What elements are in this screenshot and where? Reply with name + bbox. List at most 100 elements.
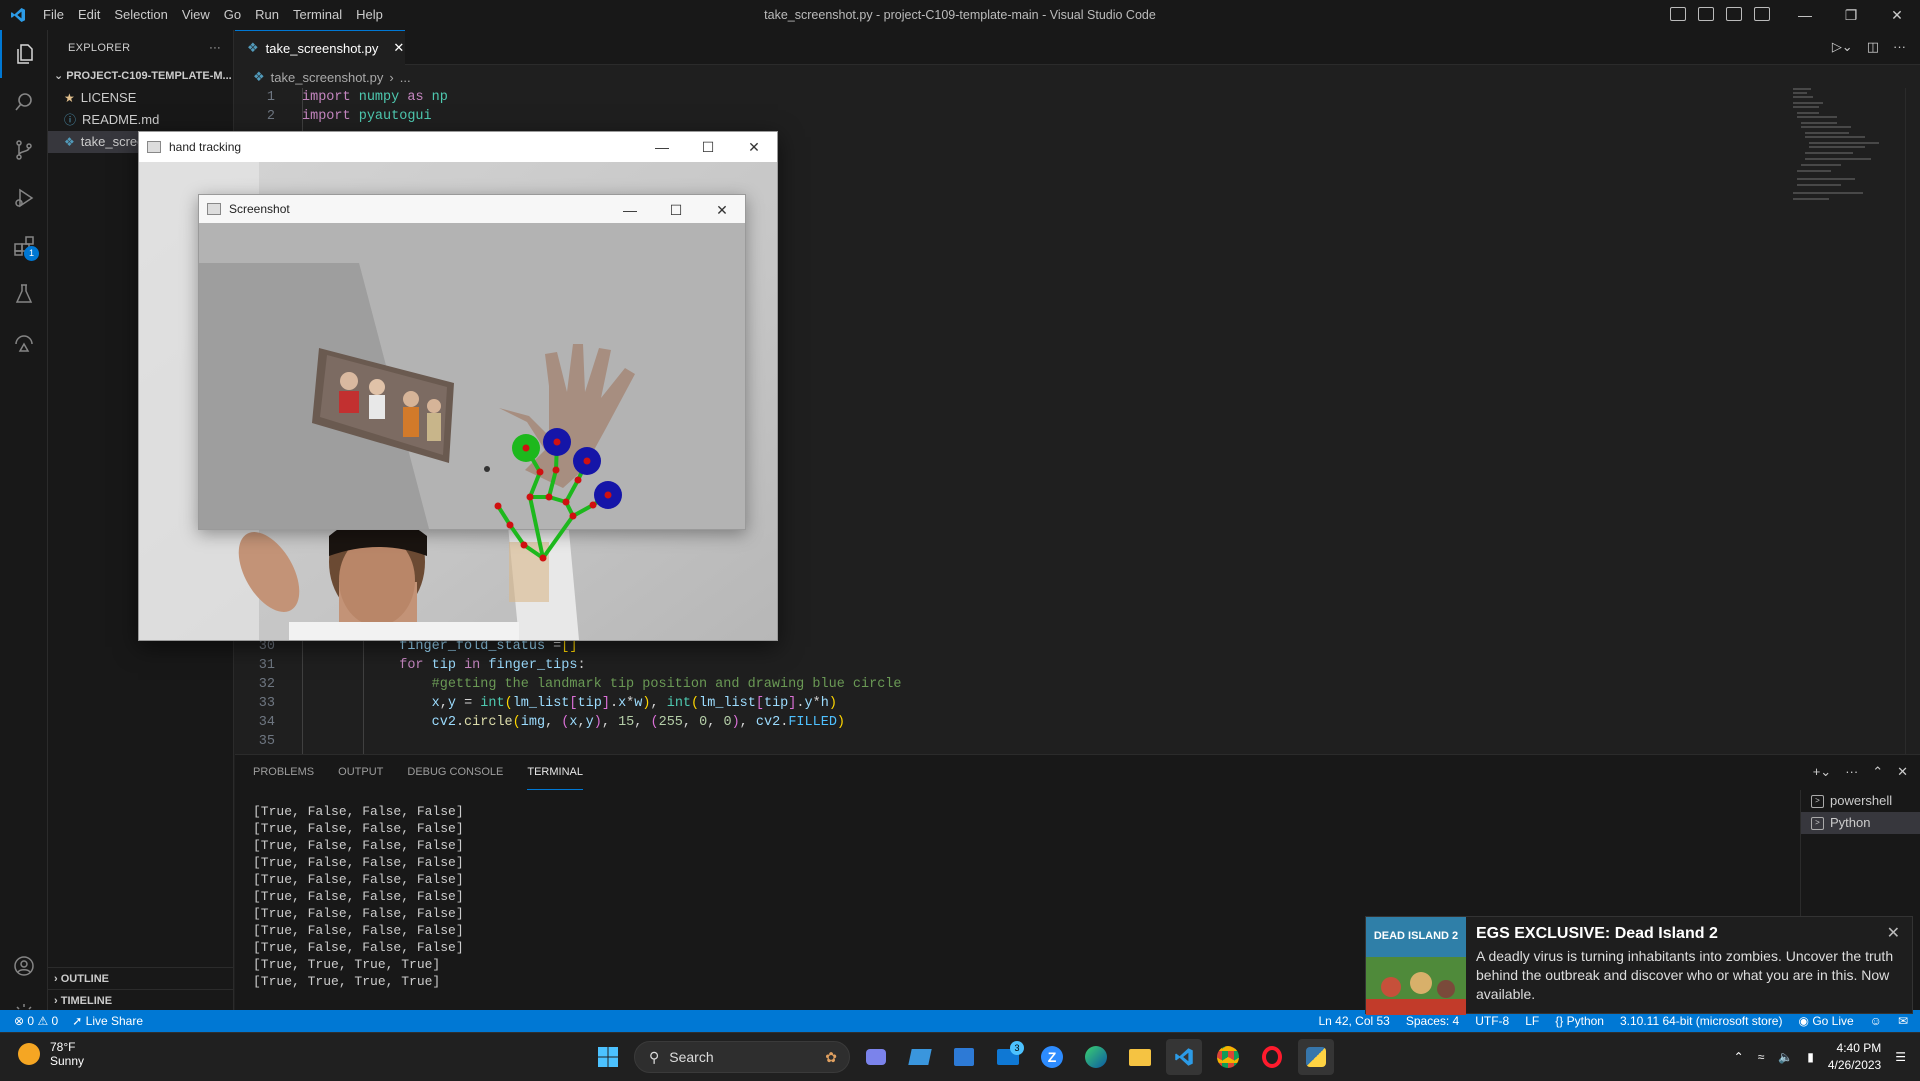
taskbar-clock[interactable]: 4:40 PM 4/26/2023 [1828, 1040, 1881, 1074]
editor-scrollbar[interactable] [1905, 88, 1920, 754]
close-button[interactable]: ✕ [699, 195, 745, 225]
close-button[interactable]: ✕ [1874, 0, 1920, 30]
restore-button[interactable]: ❐ [1828, 0, 1874, 30]
teams-chat-icon[interactable] [858, 1039, 894, 1075]
window-titlebar[interactable]: Screenshot — ☐ ✕ [199, 195, 745, 223]
license-icon: ★ [64, 91, 75, 105]
minimize-button[interactable]: — [607, 195, 653, 225]
close-button[interactable]: ✕ [731, 132, 777, 162]
tab-problems[interactable]: PROBLEMS [253, 755, 314, 790]
volume-icon[interactable]: 🔈 [1778, 1050, 1793, 1064]
vscode-logo-icon [0, 0, 36, 30]
testing-icon[interactable] [0, 270, 48, 318]
taskbar-search[interactable]: ⚲ Search ✿ [634, 1041, 850, 1073]
remote-explorer-icon[interactable] [0, 318, 48, 366]
breadcrumb-file[interactable]: take_screenshot.py [271, 70, 384, 85]
file-license[interactable]: ★ LICENSE [48, 87, 233, 109]
timeline-section[interactable]: › TIMELINE [48, 989, 234, 1011]
more-actions-icon[interactable]: ··· [1845, 764, 1858, 780]
tab-terminal[interactable]: TERMINAL [527, 755, 583, 790]
breadcrumb-symbol[interactable]: ... [400, 70, 411, 85]
encoding[interactable]: UTF-8 [1475, 1014, 1509, 1028]
close-panel-icon[interactable]: ✕ [1897, 764, 1908, 780]
maximize-button[interactable]: ☐ [685, 132, 731, 162]
screenshot-window[interactable]: Screenshot — ☐ ✕ [198, 194, 746, 530]
tab-output[interactable]: OUTPUT [338, 755, 383, 790]
vscode-taskbar-icon[interactable] [1166, 1039, 1202, 1075]
terminal-item-powershell[interactable]: > powershell [1801, 790, 1920, 812]
notifications-icon[interactable]: ☰ [1895, 1050, 1906, 1064]
file-readme[interactable]: ⓘ README.md [48, 109, 233, 131]
more-actions-icon[interactable]: ··· [209, 42, 221, 54]
extensions-icon[interactable]: 1 [0, 222, 48, 270]
weather-widget[interactable]: 78°F Sunny [18, 1040, 84, 1068]
split-editor-icon[interactable]: ◫ [1867, 39, 1879, 55]
accounts-icon[interactable] [0, 942, 48, 990]
source-control-icon[interactable] [0, 126, 48, 174]
file-explorer-icon[interactable] [1122, 1039, 1158, 1075]
menu-selection[interactable]: Selection [107, 0, 174, 30]
toggle-panel-icon[interactable] [1698, 7, 1714, 21]
terminal-output[interactable]: [True, False, False, False] [True, False… [253, 803, 464, 990]
problems-status[interactable]: ⊗ 0 ⚠ 0 [14, 1014, 58, 1028]
terminal-item-python[interactable]: > Python [1801, 812, 1920, 834]
battery-icon[interactable]: ▮ [1807, 1050, 1814, 1064]
menu-help[interactable]: Help [349, 0, 390, 30]
menu-go[interactable]: Go [217, 0, 248, 30]
menu-view[interactable]: View [175, 0, 217, 30]
go-live-button[interactable]: ◉ Go Live [1798, 1014, 1853, 1028]
minimap[interactable] [1785, 88, 1905, 754]
explorer-icon[interactable] [0, 30, 48, 78]
show-hidden-icons-chevron[interactable]: ⌃ [1734, 1050, 1744, 1064]
chrome-icon[interactable] [1210, 1039, 1246, 1075]
window-titlebar[interactable]: hand tracking — ☐ ✕ [139, 132, 777, 162]
tab-debug-console[interactable]: DEBUG CONSOLE [407, 755, 503, 790]
run-debug-icon[interactable] [0, 174, 48, 222]
end-of-line[interactable]: LF [1525, 1014, 1539, 1028]
notification-text: A deadly virus is turning inhabitants in… [1476, 948, 1894, 1002]
menu-run[interactable]: Run [248, 0, 286, 30]
toggle-primary-sidebar-icon[interactable] [1670, 7, 1686, 21]
windows-start-icon[interactable] [590, 1039, 626, 1075]
edge-icon[interactable] [1078, 1039, 1114, 1075]
customize-layout-icon[interactable] [1754, 7, 1770, 21]
menu-file[interactable]: File [36, 0, 71, 30]
menu-terminal[interactable]: Terminal [286, 0, 349, 30]
outline-section[interactable]: › OUTLINE [48, 967, 234, 989]
microsoft-store-icon[interactable] [946, 1039, 982, 1075]
timeline-label: TIMELINE [60, 995, 113, 1007]
notifications-bell-icon[interactable]: ✉ [1898, 1014, 1908, 1028]
run-python-file-icon[interactable]: ▷⌄ [1832, 39, 1853, 55]
cursor-position[interactable]: Ln 42, Col 53 [1318, 1014, 1389, 1028]
menu-edit[interactable]: Edit [71, 0, 107, 30]
language-mode[interactable]: {} Python [1555, 1014, 1604, 1028]
braces-icon: {} [1555, 1014, 1564, 1028]
close-notification-icon[interactable]: ✕ [1887, 923, 1900, 943]
python-interpreter[interactable]: 3.10.11 64-bit (microsoft store) [1620, 1014, 1783, 1028]
mail-icon[interactable]: 3 [990, 1039, 1026, 1075]
notification-toast[interactable]: DEAD ISLAND 2 EGS EXCLUSIVE: Dead Island… [1365, 916, 1913, 1015]
line-number: 34 [258, 715, 275, 730]
tab-take-screenshot[interactable]: ❖ take_screenshot.py ✕ [235, 30, 405, 65]
accounts-status-icon[interactable]: ☺ [1870, 1014, 1882, 1028]
search-icon[interactable] [0, 78, 48, 126]
project-folder[interactable]: ⌄ PROJECT-C109-TEMPLATE-M... [48, 65, 233, 87]
live-share-button[interactable]: ➚ Live Share [72, 1014, 143, 1028]
widgets-icon[interactable] [902, 1039, 938, 1075]
more-actions-icon[interactable]: ··· [1893, 39, 1906, 55]
indentation[interactable]: Spaces: 4 [1406, 1014, 1459, 1028]
minimize-button[interactable]: — [1782, 0, 1828, 30]
maximize-panel-icon[interactable]: ⌃ [1872, 764, 1883, 780]
minimize-button[interactable]: — [639, 132, 685, 162]
wifi-icon[interactable]: ≈ [1758, 1050, 1765, 1064]
maximize-button[interactable]: ☐ [653, 195, 699, 225]
terminal-line: [True, False, False, False] [253, 923, 464, 938]
windows-taskbar: 78°F Sunny ⚲ Search ✿ 3 Z ⌃ ≈ 🔈 ▮ 4:40 P… [0, 1032, 1920, 1080]
new-terminal-icon[interactable]: +⌄ [1813, 764, 1831, 780]
close-tab-icon[interactable]: ✕ [393, 40, 404, 56]
notification-title: EGS EXCLUSIVE: Dead Island 2 [1476, 925, 1718, 942]
zoom-icon[interactable]: Z [1034, 1039, 1070, 1075]
opera-icon[interactable] [1254, 1039, 1290, 1075]
toggle-secondary-sidebar-icon[interactable] [1726, 7, 1742, 21]
python-taskbar-icon[interactable] [1298, 1039, 1334, 1075]
